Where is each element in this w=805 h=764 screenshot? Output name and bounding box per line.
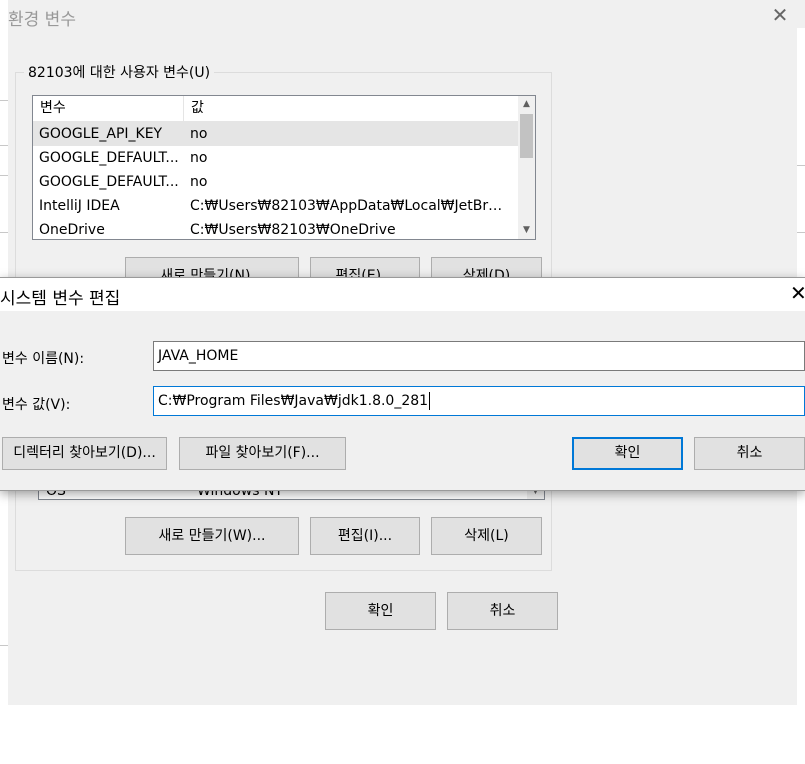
background-divider: [0, 175, 8, 176]
system-delete-button[interactable]: 삭제(L): [431, 517, 542, 555]
background-divider: [0, 100, 8, 101]
list-row[interactable]: GOOGLE_DEFAULT... no: [33, 146, 535, 170]
background-divider: [0, 145, 8, 146]
edit-dialog-titlebar: 시스템 변수 편집 ✕: [0, 278, 805, 311]
env-dialog-title: 환경 변수: [8, 10, 76, 30]
list-row[interactable]: IntelliJ IDEA C:₩Users₩82103₩AppData₩Loc…: [33, 194, 535, 218]
background-divider: [0, 645, 8, 646]
system-edit-button[interactable]: 편집(I)...: [310, 517, 420, 555]
scroll-up-icon[interactable]: ▲: [518, 96, 535, 113]
close-icon[interactable]: ✕: [790, 282, 805, 304]
variable-value: C:₩Users₩82103₩OneDrive: [190, 222, 396, 238]
env-cancel-button[interactable]: 취소: [447, 592, 558, 630]
scroll-thumb[interactable]: [520, 114, 533, 158]
column-header-value[interactable]: 값: [184, 96, 204, 121]
text-caret: [429, 392, 431, 410]
variable-value: no: [190, 126, 208, 142]
edit-dialog-title: 시스템 변수 편집: [0, 289, 121, 309]
list-header: 변수 값: [33, 96, 535, 122]
variable-name-value: JAVA_HOME: [158, 348, 239, 364]
background-divider: [797, 232, 805, 233]
variable-value-field[interactable]: C:₩Program Files₩Java₩jdk1.8.0_281: [153, 386, 805, 416]
browse-directory-button[interactable]: 디렉터리 찾아보기(D)...: [2, 437, 167, 470]
edit-system-variable-dialog: 시스템 변수 편집 ✕ 변수 이름(N): JAVA_HOME 변수 값(V):…: [0, 277, 805, 491]
list-row[interactable]: GOOGLE_API_KEY no: [33, 122, 535, 146]
system-new-button[interactable]: 새로 만들기(W)...: [125, 517, 299, 555]
user-variables-group-label: 82103에 대한 사용자 변수(U): [24, 62, 215, 82]
variable-value-text: C:₩Program Files₩Java₩jdk1.8.0_281: [158, 393, 429, 409]
variable-name: GOOGLE_API_KEY: [39, 126, 163, 142]
variable-name-label: 변수 이름(N):: [2, 351, 85, 367]
variable-name-field[interactable]: JAVA_HOME: [153, 341, 805, 371]
background-divider: [0, 232, 8, 233]
edit-cancel-button[interactable]: 취소: [694, 437, 805, 470]
scroll-down-icon[interactable]: ▼: [518, 222, 535, 239]
close-icon[interactable]: ✕: [766, 2, 794, 28]
list-row[interactable]: GOOGLE_DEFAULT... no: [33, 170, 535, 194]
background-bottom: [0, 705, 805, 764]
list-scrollbar[interactable]: ▲ ▼: [518, 96, 535, 239]
background-divider: [797, 165, 805, 166]
variable-value: no: [190, 174, 208, 190]
variable-name: GOOGLE_DEFAULT...: [39, 150, 179, 166]
variable-value-label: 변수 값(V):: [2, 397, 71, 413]
browse-file-button[interactable]: 파일 찾아보기(F)...: [179, 437, 346, 470]
user-variables-list[interactable]: 변수 값 GOOGLE_API_KEY no GOOGLE_DEFAULT...…: [32, 95, 536, 240]
variable-value: C:₩Users₩82103₩AppData₩Local₩JetBrains₩.…: [190, 198, 510, 214]
column-header-variable[interactable]: 변수: [33, 96, 184, 121]
variable-name: IntelliJ IDEA: [39, 198, 120, 214]
env-ok-button[interactable]: 확인: [325, 592, 436, 630]
list-row[interactable]: OneDrive C:₩Users₩82103₩OneDrive: [33, 218, 535, 239]
variable-name: OneDrive: [39, 222, 105, 238]
variable-name: GOOGLE_DEFAULT...: [39, 174, 179, 190]
edit-ok-button[interactable]: 확인: [572, 437, 683, 470]
variable-value: no: [190, 150, 208, 166]
